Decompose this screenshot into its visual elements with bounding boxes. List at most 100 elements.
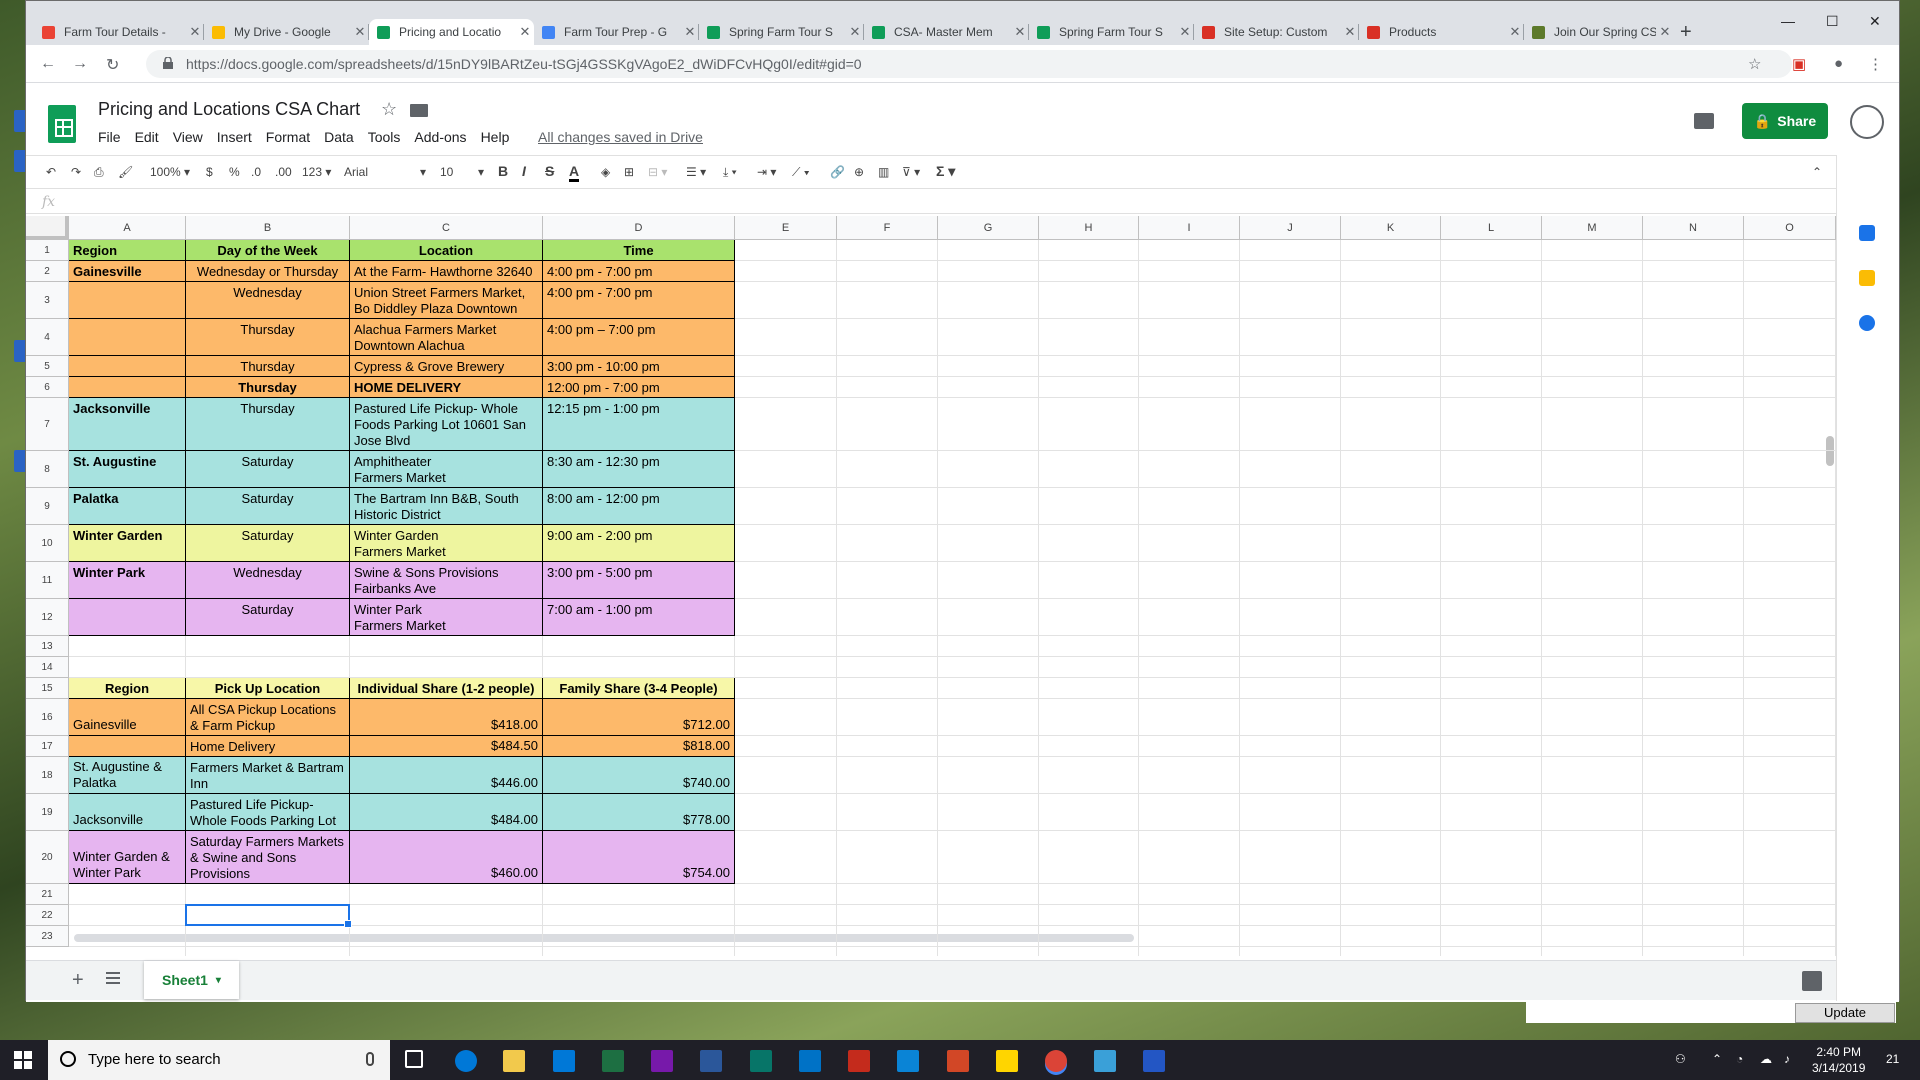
spreadsheet-grid[interactable]: A B C D E F G H I J K L M N O 1 2 3 4 5 6 7 8 9 10 11 12 13 14 15 16 17… — [26, 216, 1836, 956]
font-select[interactable]: Arial ▾ — [344, 165, 426, 179]
cell-location[interactable]: Winter Garden Farmers Market — [350, 525, 543, 562]
onenote-icon[interactable] — [651, 1050, 673, 1072]
desktop-icon[interactable] — [14, 110, 25, 132]
column-header-d[interactable]: D — [543, 216, 735, 240]
close-tab-icon[interactable]: ✕ — [681, 24, 699, 40]
column-header-f[interactable]: F — [837, 216, 938, 240]
header-individual[interactable]: Individual Share (1-2 people) — [350, 678, 543, 699]
header-time[interactable]: Time — [543, 240, 735, 261]
star-icon[interactable]: ☆ — [381, 99, 397, 120]
task-view-icon[interactable] — [405, 1050, 423, 1068]
cell-region[interactable] — [69, 356, 186, 377]
chevron-up-icon[interactable]: ⌃ — [1712, 1052, 1722, 1066]
cell-region[interactable] — [69, 282, 186, 319]
cell-time[interactable]: 4:00 pm - 7:00 pm — [543, 261, 735, 282]
column-header-a[interactable]: A — [69, 216, 186, 240]
cell-pickup[interactable]: Farmers Market & Bartram Inn — [186, 757, 350, 794]
tab-spring-farm-tour[interactable]: Spring Farm Tour S ✕ — [699, 19, 864, 45]
selected-cell[interactable] — [185, 904, 352, 928]
profile-icon[interactable]: ● — [1834, 55, 1843, 72]
insert-link-icon[interactable]: 🔗 — [830, 165, 845, 179]
powerpoint-icon[interactable] — [947, 1050, 969, 1072]
keep-icon[interactable] — [1859, 270, 1875, 286]
menu-help[interactable]: Help — [481, 129, 510, 145]
header-region[interactable]: Region — [69, 240, 186, 261]
menu-insert[interactable]: Insert — [217, 129, 252, 145]
cell-location[interactable]: Winter Park Farmers Market — [350, 599, 543, 636]
cell-day[interactable]: Thursday — [186, 319, 350, 356]
cell-individual-price[interactable]: $418.00 — [350, 699, 543, 736]
cell-time[interactable]: 4:00 pm - 7:00 pm — [543, 282, 735, 319]
vertical-scrollbar[interactable] — [1826, 436, 1834, 466]
reload-icon[interactable]: ↻ — [106, 55, 119, 75]
close-tab-icon[interactable]: ✕ — [1341, 24, 1359, 40]
cell-day[interactable]: Thursday — [186, 377, 350, 398]
column-header-m[interactable]: M — [1542, 216, 1643, 240]
text-wrap-icon[interactable]: ⇥ ▾ — [757, 165, 776, 179]
menu-tools[interactable]: Tools — [368, 129, 401, 145]
cell-region[interactable]: St. Augustine — [69, 451, 186, 488]
row-header[interactable]: 5 — [26, 356, 69, 377]
cell-time[interactable]: 9:00 am - 2:00 pm — [543, 525, 735, 562]
row-header[interactable]: 11 — [26, 562, 69, 599]
cell-individual-price[interactable]: $484.00 — [350, 794, 543, 831]
tab-drive[interactable]: My Drive - Google ✕ — [204, 19, 369, 45]
calendar-icon[interactable] — [1859, 225, 1875, 241]
row-header[interactable]: 15 — [26, 678, 69, 699]
column-header-b[interactable]: B — [186, 216, 350, 240]
network-icon[interactable]: ◔ — [1736, 1052, 1743, 1066]
microphone-icon[interactable] — [366, 1052, 374, 1066]
tab-products[interactable]: Products ✕ — [1359, 19, 1524, 45]
chrome-icon[interactable] — [1045, 1050, 1067, 1072]
print-icon[interactable]: ⎙ — [94, 165, 104, 180]
close-tab-icon[interactable]: ✕ — [1506, 24, 1524, 40]
text-rotate-icon[interactable]: ⟋ ▾ — [792, 165, 810, 180]
menu-addons[interactable]: Add-ons — [414, 129, 466, 145]
folder-icon[interactable] — [410, 104, 428, 117]
cell-region[interactable]: St. Augustine & Palatka — [69, 757, 186, 794]
cell-time[interactable]: 8:00 am - 12:00 pm — [543, 488, 735, 525]
volume-icon[interactable]: ♪ — [1784, 1052, 1790, 1066]
windows-start-icon[interactable] — [14, 1051, 32, 1069]
cell-pickup[interactable]: Pastured Life Pickup- Whole Foods Parkin… — [186, 794, 350, 831]
cell-region[interactable]: Winter Garden & Winter Park — [69, 831, 186, 884]
close-tab-icon[interactable]: ✕ — [1656, 24, 1674, 40]
add-sheet-button[interactable]: + — [72, 969, 84, 992]
back-icon[interactable]: ← — [40, 55, 56, 73]
cell-location[interactable]: At the Farm- Hawthorne 32640 — [350, 261, 543, 282]
cell-time[interactable]: 8:30 am - 12:30 pm — [543, 451, 735, 488]
cell-pickup[interactable]: Saturday Farmers Markets & Swine and Son… — [186, 831, 350, 884]
cell-location[interactable]: Amphitheater Farmers Market — [350, 451, 543, 488]
avatar[interactable] — [1850, 105, 1884, 139]
percent-format-button[interactable]: % — [229, 165, 240, 179]
formula-bar[interactable]: fx — [26, 190, 1836, 214]
align-horizontal-icon[interactable]: ☰ ▾ — [686, 165, 706, 179]
cell-day[interactable]: Saturday — [186, 488, 350, 525]
merge-cells-icon[interactable]: ⊟ ▾ — [648, 165, 667, 179]
column-header-i[interactable]: I — [1139, 216, 1240, 240]
row-header[interactable]: 1 — [26, 240, 69, 261]
cell-location[interactable]: Alachua Farmers Market Downtown Alachua — [350, 319, 543, 356]
cell-time[interactable]: 12:00 pm - 7:00 pm — [543, 377, 735, 398]
update-button[interactable]: Update — [1795, 1003, 1895, 1023]
close-tab-icon[interactable]: ✕ — [351, 24, 369, 40]
currency-format-button[interactable]: $ — [206, 165, 213, 179]
file-explorer-icon[interactable] — [503, 1050, 525, 1072]
row-header[interactable]: 16 — [26, 699, 69, 736]
row-header[interactable]: 8 — [26, 451, 69, 488]
outlook-icon[interactable] — [799, 1050, 821, 1072]
cell-pickup[interactable]: All CSA Pickup Locations & Farm Pickup — [186, 699, 350, 736]
insert-comment-icon[interactable]: ⊕ — [854, 165, 864, 179]
column-header-e[interactable]: E — [735, 216, 837, 240]
more-formats-select[interactable]: 123 ▾ — [302, 165, 331, 179]
menu-file[interactable]: File — [98, 129, 121, 145]
menu-edit[interactable]: Edit — [135, 129, 159, 145]
row-header[interactable]: 3 — [26, 282, 69, 319]
cell-time[interactable]: 4:00 pm – 7:00 pm — [543, 319, 735, 356]
row-header[interactable]: 22 — [26, 905, 69, 926]
comments-icon[interactable] — [1694, 113, 1714, 129]
cell-time[interactable]: 3:00 pm - 5:00 pm — [543, 562, 735, 599]
notifications-icon[interactable]: 21 — [1886, 1052, 1899, 1066]
cell-family-price[interactable]: $740.00 — [543, 757, 735, 794]
close-tab-icon[interactable]: ✕ — [516, 24, 534, 40]
